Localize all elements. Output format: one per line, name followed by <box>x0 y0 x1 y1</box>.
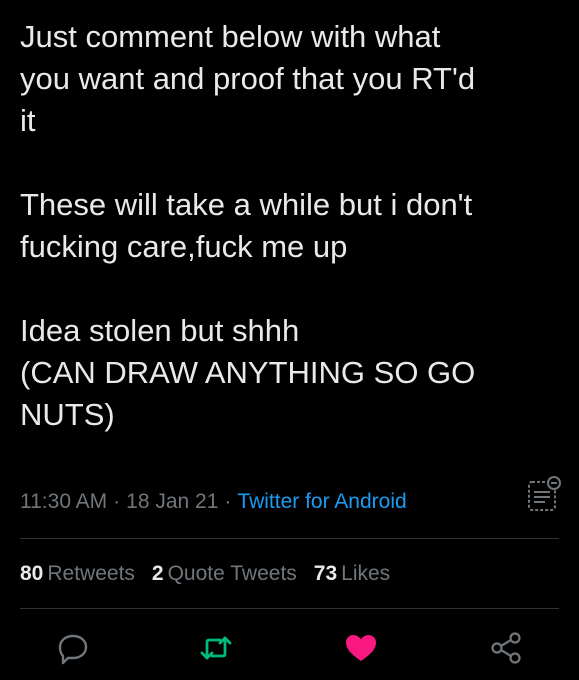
retweets-stat[interactable]: 80 Retweets <box>20 562 135 585</box>
likes-stat[interactable]: 73 Likes <box>314 562 390 585</box>
tweet-line: Just comment below with what <box>20 19 441 54</box>
retweet-icon <box>200 636 232 660</box>
reply-button[interactable] <box>55 630 91 666</box>
likes-label: Likes <box>341 562 391 585</box>
share-icon <box>491 632 521 664</box>
retweets-count: 80 <box>20 562 44 585</box>
share-button[interactable] <box>488 630 524 666</box>
divider <box>20 538 559 539</box>
tweet-metadata: 11:30 AM · 18 Jan 21 · Twitter for Android <box>20 484 559 520</box>
tweet-time[interactable]: 11:30 AM <box>20 490 107 513</box>
meta-separator: · <box>113 490 121 513</box>
tweet-line: (CAN DRAW ANYTHING SO GO <box>20 355 476 390</box>
likes-count: 73 <box>313 562 338 585</box>
tweet-line: Idea stolen but shhh <box>20 313 300 348</box>
analytics-icon[interactable] <box>523 472 563 516</box>
quote-tweets-label: Quote Tweets <box>167 562 297 585</box>
retweets-label: Retweets <box>47 562 135 585</box>
tweet-line: fucking care,fuck me up <box>20 229 348 264</box>
tweet-date[interactable]: 18 Jan 21 <box>126 490 218 513</box>
like-button[interactable] <box>343 630 379 666</box>
quote-tweets-stat[interactable]: 2 Quote Tweets <box>152 562 297 585</box>
reply-icon <box>58 634 88 665</box>
tweet-line: NUTS) <box>20 397 115 432</box>
divider <box>20 608 559 609</box>
tweet-text: Just comment below with what you want an… <box>20 16 560 436</box>
tweet-line: These will take a while but i don't <box>20 187 473 222</box>
retweet-button[interactable] <box>198 630 234 666</box>
tweet-line: it <box>20 103 36 138</box>
engagement-stats: 80 Retweets 2 Quote Tweets 73 Likes <box>20 556 407 592</box>
meta-separator: · <box>224 490 232 513</box>
heart-icon <box>346 635 376 661</box>
tweet-source-link[interactable]: Twitter for Android <box>237 490 406 513</box>
quote-tweets-count: 2 <box>151 562 164 585</box>
tweet-actions <box>0 626 579 670</box>
tweet-line: you want and proof that you RT'd <box>20 61 476 96</box>
